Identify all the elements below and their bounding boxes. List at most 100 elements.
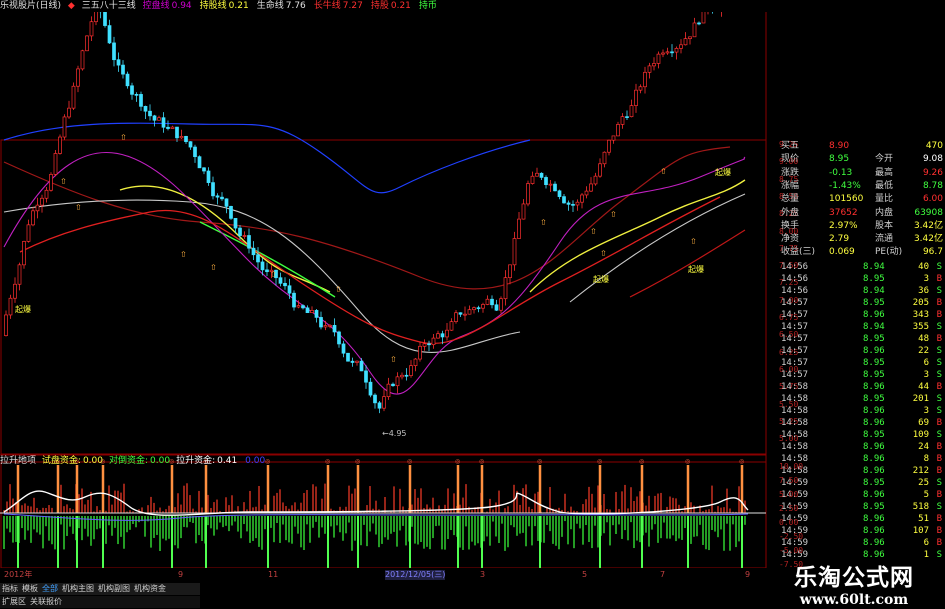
tab-2[interactable]: 全部 — [42, 584, 58, 593]
candle — [526, 180, 530, 207]
candle — [544, 175, 548, 189]
date-label: 5 — [582, 570, 588, 579]
tick-volume: 6 — [923, 358, 929, 368]
candle — [472, 306, 476, 314]
tick-side: S — [936, 502, 942, 512]
top-indicator-4: 持股 0.21 — [371, 1, 415, 11]
quote-value: 37652 — [829, 207, 858, 218]
tick-volume: 48 — [918, 334, 929, 344]
tick-side: S — [936, 322, 942, 332]
signal-arrow: ⇧ — [540, 218, 547, 227]
tab-3[interactable]: 机构主图 — [62, 584, 94, 593]
candle — [193, 144, 197, 163]
signal-arrow: ⇧ — [600, 249, 607, 258]
candle — [35, 197, 40, 219]
candle — [721, 12, 722, 17]
tick-volume: 69 — [918, 418, 929, 428]
candle — [247, 228, 251, 254]
candle — [202, 167, 206, 175]
quote-row: 涨幅 -1.43% 最低 8.78 — [779, 180, 945, 192]
quote-label: PE(动) — [875, 247, 903, 258]
candle — [341, 340, 346, 358]
quote-value: 3.42亿 — [913, 234, 943, 245]
tick-volume: 107 — [912, 526, 929, 536]
candle — [26, 219, 31, 243]
top-indicator-label: 控盘线 — [142, 1, 170, 11]
tab2-1[interactable]: 关联报价 — [30, 597, 62, 606]
candle — [107, 19, 112, 44]
candle — [391, 382, 395, 387]
signal-arrow: ⇧ — [270, 270, 277, 279]
candle — [67, 100, 71, 119]
tab-4[interactable]: 机构副图 — [98, 584, 130, 593]
signal-arrow: ⇧ — [60, 177, 67, 186]
ma-white-line-2 — [569, 193, 746, 303]
candle — [157, 115, 161, 121]
candle — [337, 330, 341, 348]
tick-side: S — [936, 406, 942, 416]
tick-row: 14:57 8.95 205 B — [779, 298, 945, 309]
candle — [683, 32, 688, 46]
tick-row: 14:58 8.96 69 B — [779, 418, 945, 429]
candle — [674, 46, 679, 60]
indicator-tick: 5.00 — [779, 490, 799, 499]
tab2-0[interactable]: 扩展区 — [2, 597, 26, 606]
tick-row: 14:58 8.95 109 S — [779, 430, 945, 441]
tick-time: 14:57 — [781, 310, 809, 320]
date-label: 3 — [480, 570, 486, 579]
candle — [179, 129, 184, 139]
tick-side: B — [936, 334, 942, 344]
candle — [422, 339, 427, 351]
indicator-tick: 2.50 — [779, 504, 799, 513]
candle — [494, 299, 499, 312]
quote-label: 内盘 — [875, 207, 894, 218]
candle — [364, 365, 368, 389]
signal-arrow: ⇧ — [210, 263, 217, 272]
candle — [94, 12, 98, 26]
bottom-indicator-value: 0.00 — [82, 456, 103, 466]
logo-url: www.60lt.com — [799, 592, 909, 608]
bottom-indicator-label: 拉升资金: — [176, 456, 216, 466]
candle — [557, 189, 562, 200]
candle — [188, 141, 193, 150]
quote-row: 换手 2.97% 股本 3.42亿 — [779, 220, 945, 232]
tick-side: B — [936, 418, 942, 428]
formula-name: 三五八十三线 — [81, 1, 136, 11]
candle — [31, 207, 35, 227]
tick-side: B — [936, 526, 942, 536]
candle — [220, 192, 224, 201]
tick-price: 8.95 — [863, 298, 885, 308]
candle — [139, 91, 143, 111]
tick-volume: 343 — [912, 310, 929, 320]
tick-row: 14:58 8.96 3 S — [779, 406, 945, 417]
candle — [125, 71, 130, 89]
quote-value: 8.95 — [829, 154, 850, 165]
candle — [566, 200, 571, 211]
quote-row: 净资 2.79 流通 3.42亿 — [779, 233, 945, 245]
candle — [8, 294, 13, 319]
tab-0[interactable]: 指标 — [2, 584, 18, 593]
tick-row: 14:56 8.94 40 S — [779, 262, 945, 273]
chart-tabs-secondary: 扩展区 关联报价 — [0, 596, 200, 608]
tick-row: 14:58 8.95 201 S — [779, 394, 945, 405]
candle — [242, 231, 247, 239]
candle — [404, 368, 409, 381]
tab-1[interactable]: 模板 — [22, 584, 38, 593]
candle — [62, 114, 67, 140]
tick-price: 8.95 — [863, 334, 885, 344]
candle — [22, 240, 26, 269]
candle — [161, 112, 166, 133]
tick-price: 8.96 — [863, 466, 885, 476]
tick-time: 14:57 — [781, 358, 809, 368]
tick-volume: 51 — [918, 514, 929, 524]
candle — [431, 333, 436, 349]
tick-side: S — [936, 262, 942, 272]
diamond-icon: ◆ — [67, 1, 75, 11]
candle — [265, 262, 269, 276]
candle — [512, 231, 517, 271]
tick-side: S — [936, 394, 942, 404]
candle — [211, 176, 215, 200]
candle — [98, 12, 103, 19]
candle — [400, 372, 404, 380]
tab-5[interactable]: 机构资金 — [134, 584, 166, 593]
